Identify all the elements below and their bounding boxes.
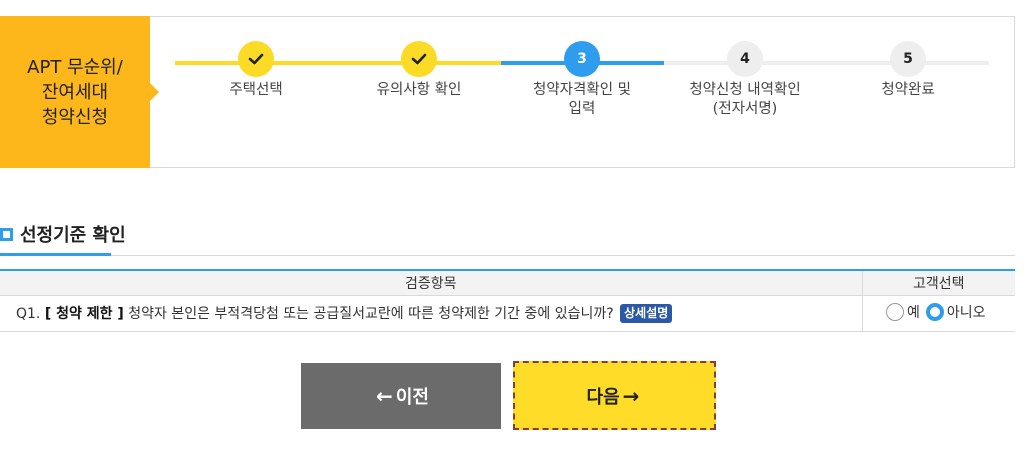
track-segment (664, 61, 989, 65)
table-header-row: 검증항목 고객선택 (0, 270, 1015, 296)
answer-radio-group: 예 아니오 (885, 302, 992, 322)
section-header: 선정기준 확인 (0, 222, 126, 246)
step-2-check-icon (401, 41, 437, 77)
question-number: Q1. (16, 306, 41, 322)
radio-no[interactable]: 아니오 (925, 302, 986, 322)
step-1-check-icon (238, 41, 274, 77)
arrow-right-icon: → (622, 383, 640, 408)
radio-no-circle[interactable] (925, 302, 944, 321)
step-3-label: 청약자격확인 및 입력 (533, 82, 631, 117)
question-cell: Q1. [ 청약 제한 ] 청약자 본인은 부적격당첨 또는 공급질서교란에 따… (0, 295, 862, 332)
step-5-number: 5 (890, 41, 926, 77)
step-2-label: 유의사항 확인 (376, 82, 462, 98)
section-title: 선정기준 확인 (20, 225, 126, 246)
detail-button[interactable]: 상세설명 (620, 304, 673, 323)
square-bullet-icon (0, 227, 13, 241)
step-4-label: 청약신청 내역확인 (전자서명) (689, 82, 801, 117)
table-row: Q1. [ 청약 제한 ] 청약자 본인은 부적격당첨 또는 공급질서교란에 따… (0, 295, 1015, 332)
section-underline (0, 253, 111, 256)
choice-cell: 예 아니오 (861, 295, 1015, 332)
prev-button[interactable]: ← 이전 (301, 363, 501, 429)
radio-yes[interactable]: 예 (885, 302, 920, 322)
prev-button-label: 이전 (395, 387, 429, 408)
radio-yes-label: 예 (906, 304, 920, 321)
page-title: APT 무순위/ 잔여세대 청약신청 (0, 16, 159, 168)
step-progress: APT 무순위/ 잔여세대 청약신청 3 4 5 주택선택 유의사항 확인 청약… (0, 16, 1015, 168)
next-button[interactable]: 다음 → (513, 361, 716, 430)
header-choice: 고객선택 (861, 270, 1015, 296)
step-5-label: 청약완료 (881, 82, 935, 98)
question-category: [ 청약 제한 ] (44, 306, 124, 322)
step-1-label: 주택선택 (229, 82, 283, 98)
question-text: 청약자 본인은 부적격당첨 또는 공급질서교란에 따른 청약제한 기간 중에 있… (128, 306, 614, 322)
step-4-number: 4 (727, 41, 763, 77)
next-button-label: 다음 (586, 386, 620, 408)
arrow-left-icon: ← (376, 384, 393, 408)
radio-yes-circle[interactable] (885, 302, 904, 321)
track-segment (175, 61, 501, 65)
section-divider (0, 255, 1015, 256)
header-item: 검증항목 (0, 270, 862, 296)
verification-table: 검증항목 고객선택 Q1. [ 청약 제한 ] 청약자 본인은 부적격당첨 또는… (0, 269, 1015, 332)
step-3-number: 3 (564, 41, 600, 77)
radio-no-label: 아니오 (946, 304, 986, 321)
